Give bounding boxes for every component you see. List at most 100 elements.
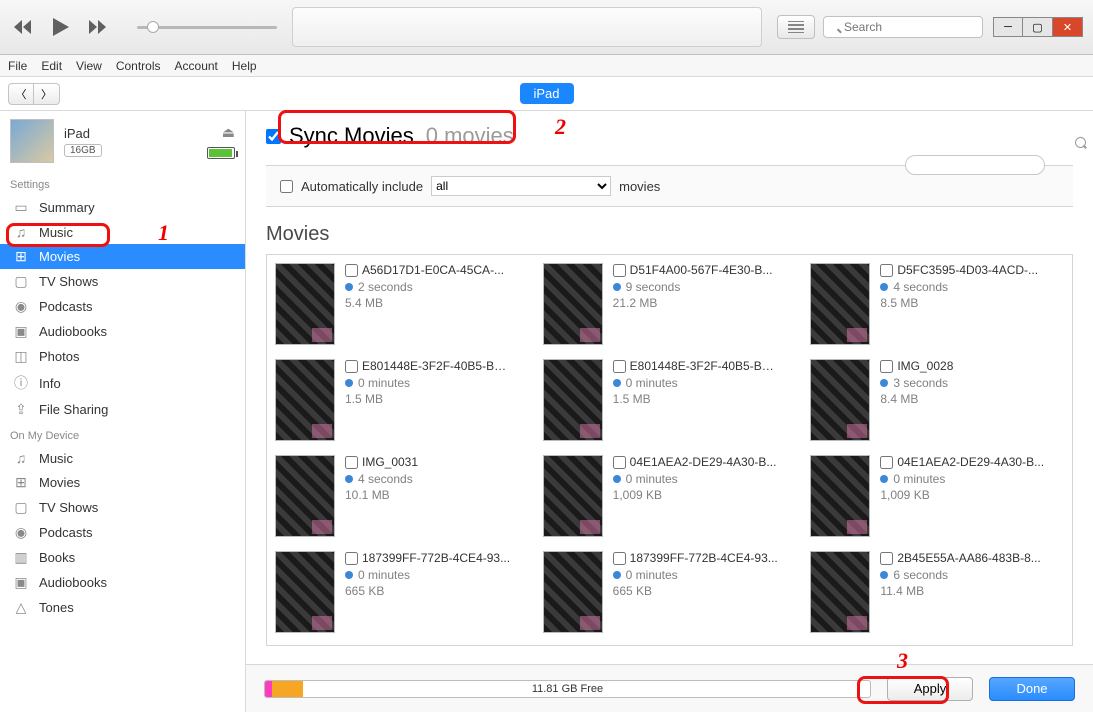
- movie-checkbox[interactable]: [613, 264, 626, 277]
- menu-view[interactable]: View: [76, 59, 102, 73]
- auto-include-suffix: movies: [619, 179, 660, 194]
- capacity-free-label: 11.81 GB Free: [532, 683, 603, 695]
- movie-size: 21.2 MB: [613, 296, 773, 310]
- movie-checkbox[interactable]: [880, 456, 893, 469]
- sync-movies-row: Sync Movies 0 movies: [266, 123, 1073, 149]
- maximize-button[interactable]: ▢: [1023, 17, 1053, 37]
- unwatched-dot-icon: [880, 379, 888, 387]
- back-button[interactable]: 〈: [8, 83, 34, 105]
- auto-include-checkbox[interactable]: [280, 180, 293, 193]
- movie-checkbox[interactable]: [880, 360, 893, 373]
- sidebar-item-label: Music: [39, 451, 73, 466]
- movie-size: 665 KB: [613, 584, 778, 598]
- battery-icon: [207, 147, 235, 159]
- movie-cell: 04E1AEA2-DE29-4A30-B...0 minutes1,009 KB: [810, 455, 1064, 541]
- ondevice-section-label: On My Device: [0, 422, 245, 446]
- movie-size: 665 KB: [345, 584, 510, 598]
- menu-account[interactable]: Account: [175, 59, 218, 73]
- search-input[interactable]: [823, 16, 983, 38]
- sidebar-item-tones[interactable]: △Tones: [0, 595, 245, 620]
- sidebar-item-label: Audiobooks: [39, 575, 107, 590]
- sidebar-item-audiobooks[interactable]: ▣Audiobooks: [0, 570, 245, 595]
- tv-icon: ▢: [12, 273, 30, 290]
- movie-duration: 0 minutes: [626, 472, 678, 486]
- movie-thumbnail: [810, 359, 870, 441]
- sidebar-item-photos[interactable]: ◫Photos: [0, 344, 245, 369]
- sidebar-item-label: TV Shows: [39, 500, 98, 515]
- list-view-button[interactable]: [777, 15, 815, 39]
- movie-size: 1,009 KB: [613, 488, 777, 502]
- summary-icon: ▭: [12, 199, 30, 216]
- movie-name: D5FC3595-4D03-4ACD-...: [897, 263, 1038, 277]
- movies-grid: A56D17D1-E0CA-45CA-...2 seconds5.4 MBD51…: [266, 254, 1073, 646]
- movies-search-input[interactable]: [905, 155, 1045, 175]
- movie-duration: 0 minutes: [626, 568, 678, 582]
- podcasts-icon: ◉: [12, 524, 30, 541]
- play-button[interactable]: [48, 14, 74, 40]
- movie-size: 5.4 MB: [345, 296, 504, 310]
- movie-cell: 187399FF-772B-4CE4-93...0 minutes665 KB: [543, 551, 797, 637]
- volume-slider[interactable]: [137, 26, 277, 29]
- sidebar-item-label: Movies: [39, 249, 80, 264]
- sidebar-item-label: Info: [39, 376, 61, 391]
- movie-checkbox[interactable]: [345, 264, 358, 277]
- auto-include-select[interactable]: all: [431, 176, 611, 196]
- unwatched-dot-icon: [880, 571, 888, 579]
- share-icon: ⇪: [12, 401, 30, 418]
- movie-cell: 04E1AEA2-DE29-4A30-B...0 minutes1,009 KB: [543, 455, 797, 541]
- sidebar-item-movies[interactable]: ⊞Movies: [0, 470, 245, 495]
- movie-checkbox[interactable]: [613, 456, 626, 469]
- unwatched-dot-icon: [880, 283, 888, 291]
- done-button[interactable]: Done: [989, 677, 1075, 701]
- auto-include-label: Automatically include: [301, 179, 423, 194]
- movie-checkbox[interactable]: [613, 360, 626, 373]
- sidebar-item-books[interactable]: ▥Books: [0, 545, 245, 570]
- eject-icon[interactable]: ⏏: [222, 124, 235, 141]
- movie-checkbox[interactable]: [345, 456, 358, 469]
- sidebar-item-label: Summary: [39, 200, 95, 215]
- sidebar-item-movies[interactable]: ⊞Movies: [0, 244, 245, 269]
- sidebar-item-label: Photos: [39, 349, 79, 364]
- movie-name: IMG_0031: [362, 455, 418, 469]
- sidebar-item-audiobooks[interactable]: ▣Audiobooks: [0, 319, 245, 344]
- movie-thumbnail: [275, 455, 335, 537]
- unwatched-dot-icon: [613, 475, 621, 483]
- sidebar-item-music[interactable]: ♫Music: [0, 220, 245, 244]
- movie-duration: 6 seconds: [893, 568, 948, 582]
- device-pill[interactable]: iPad: [519, 83, 573, 104]
- movie-duration: 0 minutes: [626, 376, 678, 390]
- close-button[interactable]: ✕: [1053, 17, 1083, 37]
- sync-movies-checkbox[interactable]: [266, 129, 281, 144]
- minimize-button[interactable]: ─: [993, 17, 1023, 37]
- movie-checkbox[interactable]: [345, 360, 358, 373]
- next-button[interactable]: [86, 14, 112, 40]
- movie-checkbox[interactable]: [613, 552, 626, 565]
- music-icon: ♫: [12, 224, 30, 240]
- movie-checkbox[interactable]: [880, 552, 893, 565]
- movie-cell: 187399FF-772B-4CE4-93...0 minutes665 KB: [275, 551, 529, 637]
- sidebar-item-info[interactable]: ⓘInfo: [0, 369, 245, 397]
- sidebar-item-podcasts[interactable]: ◉Podcasts: [0, 520, 245, 545]
- previous-button[interactable]: [10, 14, 36, 40]
- sidebar-item-tv-shows[interactable]: ▢TV Shows: [0, 269, 245, 294]
- movie-name: 187399FF-772B-4CE4-93...: [362, 551, 510, 565]
- menu-controls[interactable]: Controls: [116, 59, 161, 73]
- device-thumbnail: [10, 119, 54, 163]
- movie-cell: IMG_00283 seconds8.4 MB: [810, 359, 1064, 445]
- menu-file[interactable]: File: [8, 59, 27, 73]
- movie-checkbox[interactable]: [880, 264, 893, 277]
- sidebar-item-label: File Sharing: [39, 402, 108, 417]
- movie-cell: 2B45E55A-AA86-483B-8...6 seconds11.4 MB: [810, 551, 1064, 637]
- tv-icon: ▢: [12, 499, 30, 516]
- menu-help[interactable]: Help: [232, 59, 257, 73]
- menu-edit[interactable]: Edit: [41, 59, 62, 73]
- sidebar-item-file-sharing[interactable]: ⇪ File Sharing: [0, 397, 245, 422]
- sidebar-item-podcasts[interactable]: ◉Podcasts: [0, 294, 245, 319]
- sidebar-item-summary[interactable]: ▭ Summary: [0, 195, 245, 220]
- movie-checkbox[interactable]: [345, 552, 358, 565]
- sidebar-item-tv-shows[interactable]: ▢ TV Shows: [0, 495, 245, 520]
- movie-cell: IMG_00314 seconds10.1 MB: [275, 455, 529, 541]
- apply-button[interactable]: Apply: [887, 677, 973, 701]
- sidebar-item-music[interactable]: ♫Music: [0, 446, 245, 470]
- forward-button[interactable]: 〉: [34, 83, 60, 105]
